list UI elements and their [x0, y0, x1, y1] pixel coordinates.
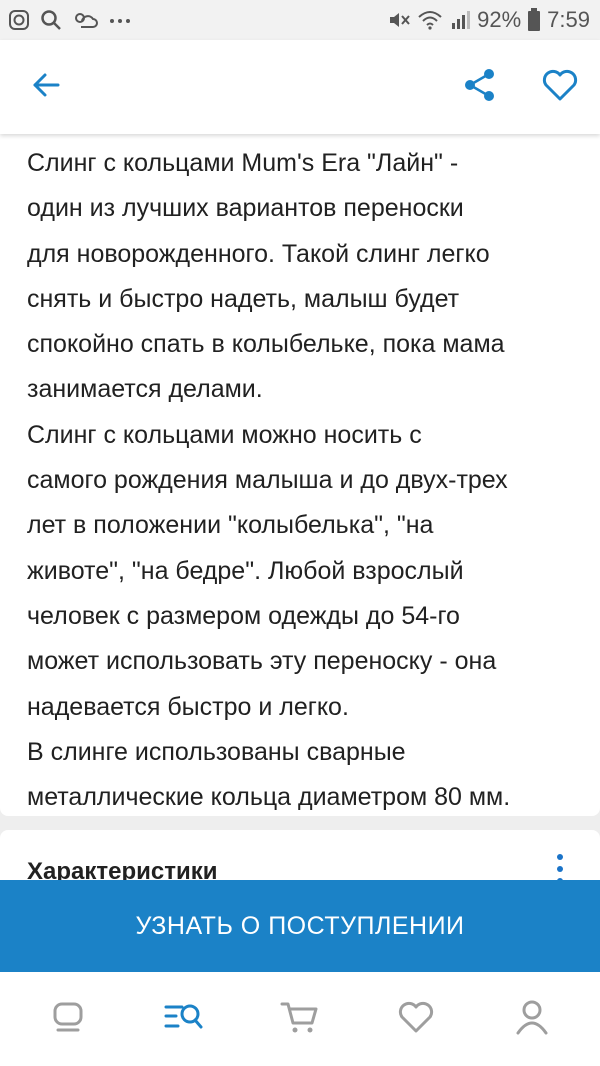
- battery-percent: 92%: [477, 7, 522, 32]
- cart-icon: [280, 999, 320, 1040]
- back-button[interactable]: [16, 57, 76, 117]
- back-arrow-icon: [30, 69, 62, 106]
- wifi-icon: [417, 9, 443, 31]
- nav-cart[interactable]: [260, 984, 340, 1054]
- favorites-icon: [397, 1000, 435, 1039]
- catalog-search-icon: [164, 999, 204, 1040]
- status-left: [8, 9, 132, 31]
- heart-icon: [541, 68, 579, 107]
- weather-icon: [72, 9, 98, 31]
- notify-availability-button[interactable]: УЗНАТЬ О ПОСТУПЛЕНИИ: [0, 880, 600, 972]
- home-icon: [50, 999, 86, 1040]
- more-vert-icon: [557, 854, 563, 860]
- instagram-icon: [8, 9, 30, 31]
- nav-catalog[interactable]: [144, 984, 224, 1054]
- status-right: 92% 7:59: [387, 7, 590, 33]
- mute-icon: [387, 9, 411, 31]
- description-card: Слинг с кольцами Mum's Era "Лайн" - один…: [0, 134, 600, 816]
- nav-favorites[interactable]: [376, 984, 456, 1054]
- profile-icon: [515, 999, 549, 1040]
- product-description: Слинг с кольцами Mum's Era "Лайн" - один…: [27, 149, 511, 812]
- more-dots-icon: [108, 9, 132, 31]
- share-icon: [463, 68, 497, 107]
- app-bar: [0, 40, 600, 134]
- status-bar: 92% 7:59: [0, 0, 600, 40]
- nav-home[interactable]: [28, 984, 108, 1054]
- share-button[interactable]: [450, 57, 510, 117]
- clock: 7:59: [547, 7, 590, 32]
- signal-icon: [449, 9, 471, 31]
- search-icon: [40, 9, 62, 31]
- bottom-nav: [0, 972, 600, 1066]
- nav-profile[interactable]: [492, 984, 572, 1054]
- battery-icon: [527, 8, 541, 32]
- favorite-button[interactable]: [530, 57, 590, 117]
